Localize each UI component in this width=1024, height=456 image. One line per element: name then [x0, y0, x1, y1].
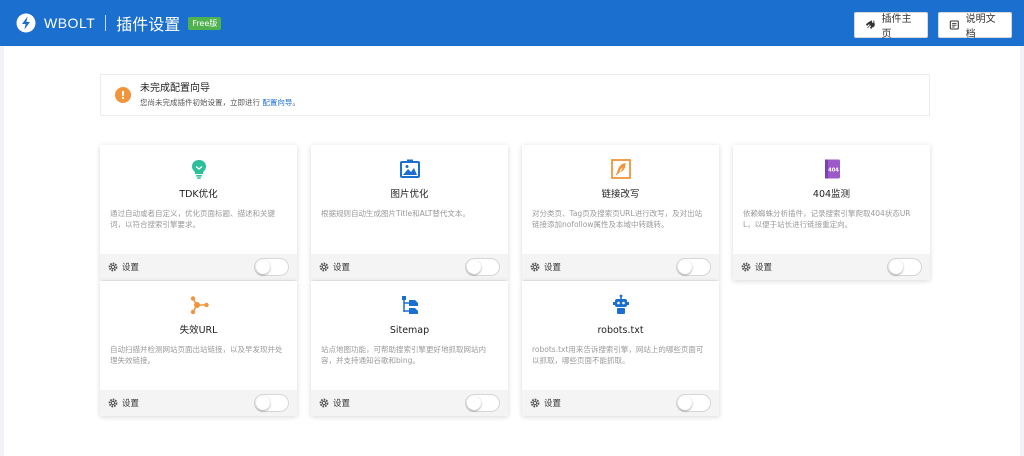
gear-icon	[319, 398, 329, 408]
docs-label: 说明文档	[965, 14, 996, 40]
content-panel: ! 未完成配置向导 您尚未完成插件初始设置，立即进行 配置向导。 TDK优化 通…	[4, 46, 1020, 456]
lightbulb-icon	[191, 160, 206, 179]
module-settings-button[interactable]: 设置	[108, 397, 139, 409]
toggle-knob	[256, 396, 270, 410]
module-settings-button[interactable]: 设置	[319, 397, 350, 409]
toggle-knob	[889, 260, 903, 274]
plugin-home-label: 插件主页	[881, 14, 912, 40]
settings-label: 设置	[544, 399, 562, 409]
brand: WBOLT 插件设置 Free版	[16, 11, 222, 35]
notice-desc: 您尚未完成插件初始设置，立即进行 配置向导。	[140, 97, 300, 109]
module-card-robots: robots.txt robots.txt用来告诉搜索引擎，网站上的哪些页面可以…	[522, 281, 719, 416]
module-desc: robots.txt用来告诉搜索引擎，网站上的哪些页面可以抓取，哪些页面不能抓取…	[532, 345, 704, 365]
feather-pen-icon	[610, 159, 631, 179]
module-settings-button[interactable]: 设置	[530, 397, 561, 409]
module-desc: 依赖蜘蛛分析插件，记录搜索引擎爬取404状态URL，以便于站长进行链接重定向。	[743, 209, 911, 229]
module-card-broken-url: 失效URL 自动扫描并检测网站页面出站链接，以及早发现并处理失效链接。 设置	[100, 281, 297, 416]
gear-icon	[108, 262, 118, 272]
robot-icon	[612, 294, 629, 314]
module-toggle[interactable]	[465, 394, 500, 412]
plugin-plug-icon	[865, 20, 875, 29]
svg-text:404: 404	[828, 168, 839, 174]
module-title: Sitemap	[389, 325, 430, 336]
toggle-knob	[678, 260, 692, 274]
notice-desc-suffix: 。	[292, 97, 300, 107]
settings-label: 设置	[333, 399, 351, 409]
module-title: robots.txt	[597, 325, 644, 336]
toggle-knob	[256, 260, 270, 274]
gear-icon	[108, 398, 118, 408]
docs-button[interactable]: 说明文档	[938, 12, 1012, 40]
setup-notice: ! 未完成配置向导 您尚未完成插件初始设置，立即进行 配置向导。	[100, 74, 930, 116]
module-title: 404监测	[812, 189, 851, 200]
module-desc: 对分类页、Tag页及搜索页URL进行改写，及对出站链接添加nofollow属性及…	[532, 209, 703, 229]
gear-icon	[319, 262, 329, 272]
toggle-knob	[467, 396, 481, 410]
edition-badge: Free版	[188, 16, 222, 30]
module-toggle[interactable]	[676, 258, 711, 276]
toggle-knob	[678, 396, 692, 410]
toggle-knob	[467, 260, 481, 274]
module-settings-button[interactable]: 设置	[319, 261, 350, 273]
header-actions: 插件主页 说明文档	[854, 12, 1012, 40]
settings-label: 设置	[544, 263, 562, 273]
module-toggle[interactable]	[254, 394, 289, 412]
settings-label: 设置	[755, 263, 773, 273]
settings-label: 设置	[122, 399, 140, 409]
plugin-home-button[interactable]: 插件主页	[854, 12, 928, 40]
gear-icon	[530, 398, 540, 408]
module-toggle[interactable]	[676, 394, 711, 412]
top-bar: WBOLT 插件设置 Free版 插件主页 说明文档	[0, 0, 1024, 46]
module-toggle[interactable]	[254, 258, 289, 276]
warning-icon: !	[115, 87, 131, 103]
document-icon	[949, 20, 959, 30]
image-icon	[399, 159, 420, 178]
notice-title: 未完成配置向导	[140, 82, 210, 94]
module-title: 链接改写	[601, 189, 640, 200]
module-title: 图片优化	[390, 189, 429, 200]
brand-name: WBOLT	[44, 15, 96, 31]
gear-icon	[530, 262, 540, 272]
link-nodes-icon	[190, 296, 209, 315]
module-card-link-rewrite: 链接改写 对分类页、Tag页及搜索页URL进行改写，及对出站链接添加nofoll…	[522, 145, 719, 280]
module-desc: 通过自动或者自定义，优化页面标题、描述和关键词，以符合搜索引擎要求。	[110, 209, 275, 229]
setup-wizard-link[interactable]: 配置向导	[262, 98, 292, 107]
wbolt-logo-icon	[16, 13, 36, 33]
module-desc: 自动扫描并检测网站页面出站链接，以及早发现并处理失效链接。	[110, 345, 283, 365]
brand-divider	[105, 15, 107, 31]
module-settings-button[interactable]: 设置	[741, 261, 772, 273]
module-toggle[interactable]	[887, 258, 922, 276]
module-title: TDK优化	[179, 189, 218, 200]
module-card-404: 404 404监测 依赖蜘蛛分析插件，记录搜索引擎爬取404状态URL，以便于站…	[733, 145, 930, 280]
module-desc: 根据规则自动生成图片Title和ALT替代文本。	[321, 209, 470, 218]
module-settings-button[interactable]: 设置	[530, 261, 561, 273]
module-desc: 站点地图功能，可帮助搜索引擎更好地抓取网站内容，并支持通知谷歌和bing。	[321, 345, 486, 365]
settings-label: 设置	[122, 263, 140, 273]
gear-icon	[741, 262, 751, 272]
notice-desc-text: 您尚未完成插件初始设置，立即进行	[140, 97, 260, 107]
module-toggle[interactable]	[465, 258, 500, 276]
settings-label: 设置	[333, 263, 351, 273]
notice-text: 未完成配置向导 您尚未完成插件初始设置，立即进行 配置向导。	[140, 82, 300, 109]
module-card-tdk: TDK优化 通过自动或者自定义，优化页面标题、描述和关键词，以符合搜索引擎要求。…	[100, 145, 297, 280]
module-title: 失效URL	[179, 325, 218, 336]
404-book-icon: 404	[824, 159, 840, 179]
module-card-sitemap: Sitemap 站点地图功能，可帮助搜索引擎更好地抓取网站内容，并支持通知谷歌和…	[311, 281, 508, 416]
module-card-image: 图片优化 根据规则自动生成图片Title和ALT替代文本。 设置	[311, 145, 508, 280]
sitemap-icon	[401, 296, 418, 314]
page-title: 插件设置	[116, 15, 181, 34]
module-settings-button[interactable]: 设置	[108, 261, 139, 273]
